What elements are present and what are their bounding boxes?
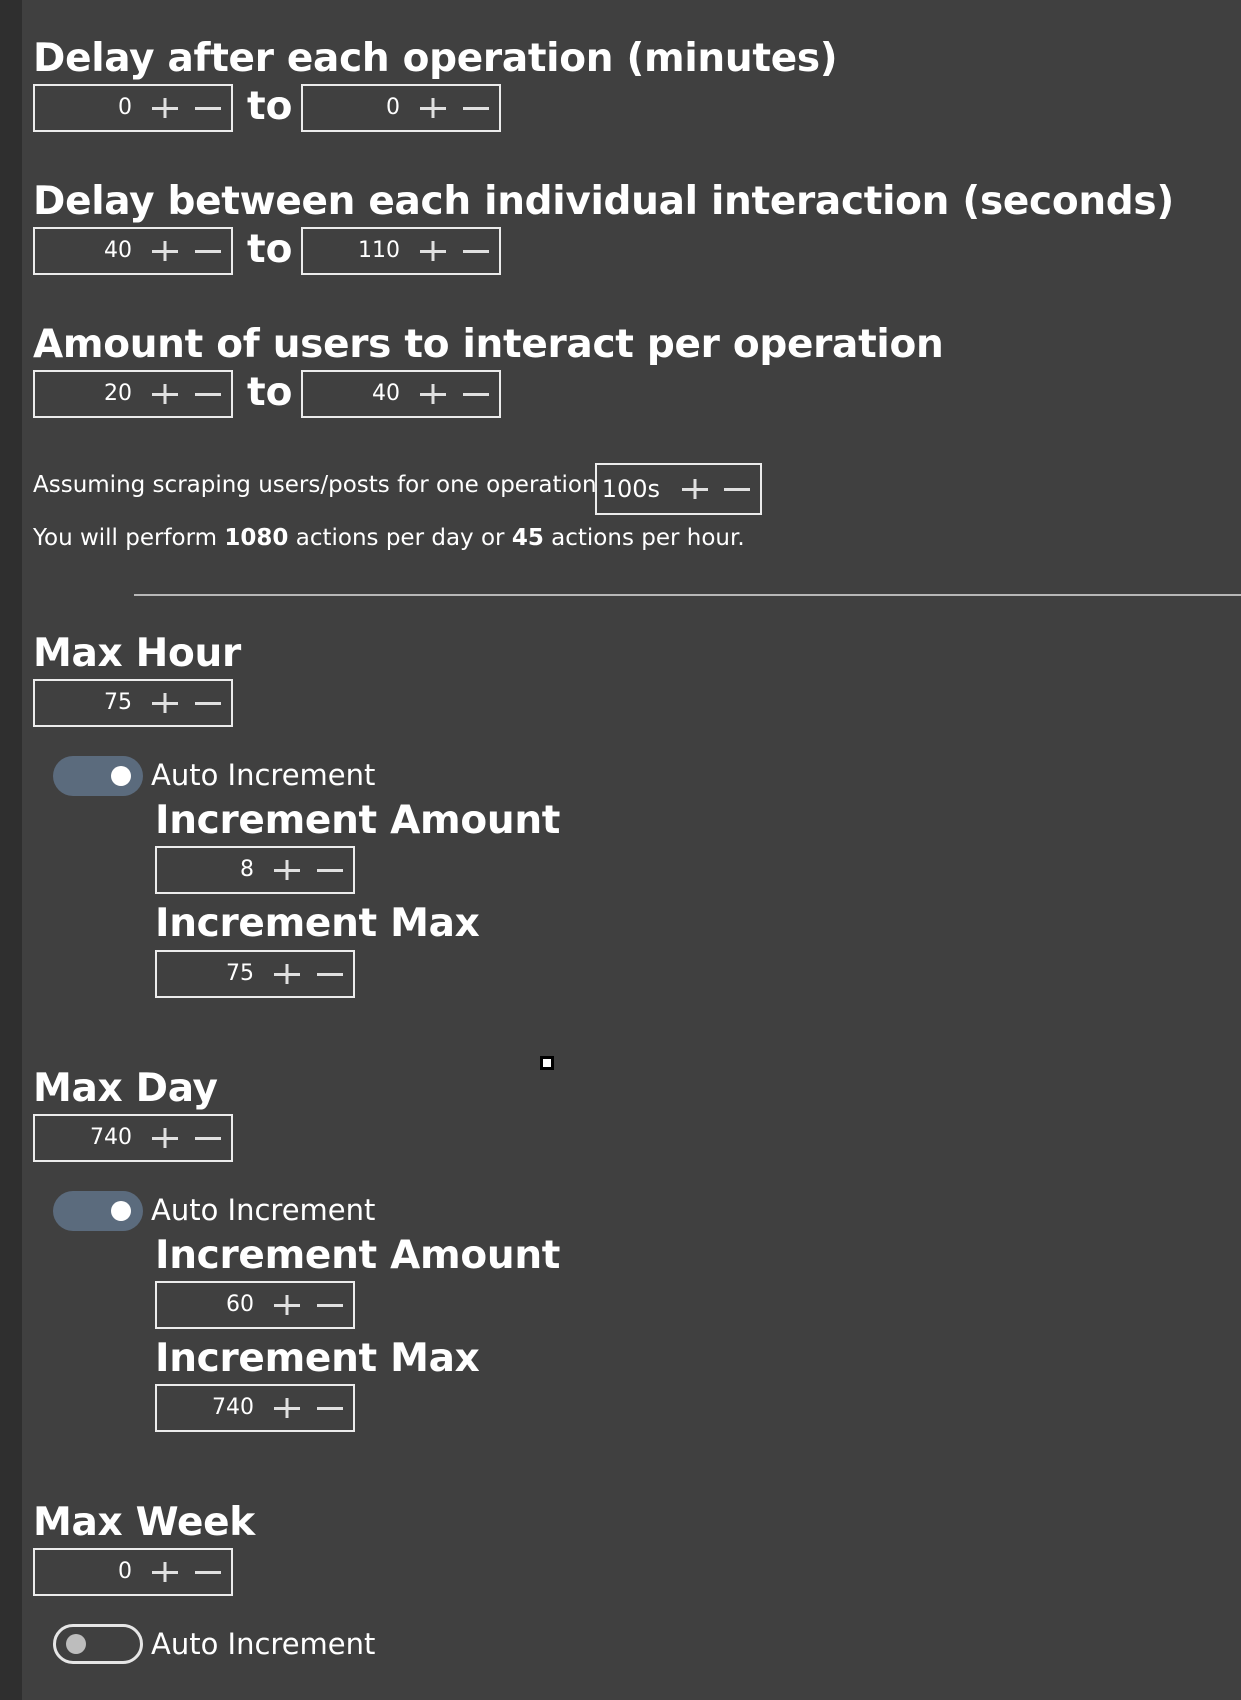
max-day-increment-max-stepper[interactable]: 740 (155, 1384, 355, 1432)
max-week-title: Max Week (33, 1500, 255, 1545)
max-hour-title: Max Hour (33, 631, 241, 676)
minus-icon[interactable] (463, 384, 489, 404)
range-to-label: to (247, 227, 293, 272)
plus-icon[interactable] (274, 1398, 300, 1418)
toggle-knob (66, 1634, 86, 1654)
section-divider (134, 594, 1241, 596)
stepper-value: 8 (240, 857, 254, 882)
summary-suffix: actions per hour. (551, 525, 745, 551)
minus-icon[interactable] (317, 964, 343, 984)
max-day-title: Max Day (33, 1066, 218, 1111)
max-hour-stepper[interactable]: 75 (33, 679, 233, 727)
plus-icon[interactable] (152, 1562, 178, 1582)
plus-icon[interactable] (420, 241, 446, 261)
increment-max-title: Increment Max (155, 901, 480, 946)
plus-icon[interactable] (152, 98, 178, 118)
scraping-time-stepper[interactable]: 100s (595, 463, 762, 515)
plus-icon[interactable] (682, 479, 708, 499)
plus-icon[interactable] (420, 98, 446, 118)
plus-icon[interactable] (274, 1295, 300, 1315)
minus-icon[interactable] (195, 693, 221, 713)
minus-icon[interactable] (195, 98, 221, 118)
plus-icon[interactable] (420, 384, 446, 404)
left-panel-edge (0, 0, 22, 1700)
max-day-auto-increment-toggle[interactable] (53, 1191, 143, 1231)
minus-icon[interactable] (195, 384, 221, 404)
stepper-value: 0 (118, 95, 132, 120)
minus-icon[interactable] (317, 1295, 343, 1315)
minus-icon[interactable] (195, 1562, 221, 1582)
minus-icon[interactable] (463, 98, 489, 118)
actions-per-hour-value: 45 (511, 525, 544, 551)
auto-increment-label: Auto Increment (151, 1627, 376, 1661)
users-per-operation-min-stepper[interactable]: 20 (33, 370, 233, 418)
max-hour-increment-max-stepper[interactable]: 75 (155, 950, 355, 998)
range-to-label: to (247, 84, 293, 129)
plus-icon[interactable] (274, 964, 300, 984)
max-hour-increment-amount-stepper[interactable]: 8 (155, 846, 355, 894)
actions-per-day-value: 1080 (224, 525, 289, 551)
stepper-value: 60 (226, 1292, 254, 1317)
toggle-knob (111, 1201, 131, 1221)
increment-max-title: Increment Max (155, 1336, 480, 1381)
minus-icon[interactable] (317, 1398, 343, 1418)
stepper-value: 40 (372, 381, 400, 406)
delay-interaction-max-stepper[interactable]: 110 (301, 227, 501, 275)
minus-icon[interactable] (317, 860, 343, 880)
increment-amount-title: Increment Amount (155, 798, 561, 843)
increment-amount-title: Increment Amount (155, 1233, 561, 1278)
minus-icon[interactable] (195, 241, 221, 261)
plus-icon[interactable] (152, 241, 178, 261)
max-day-stepper[interactable]: 740 (33, 1114, 233, 1162)
toggle-knob (111, 766, 131, 786)
scraping-assumption-label: Assuming scraping users/posts for one op… (33, 472, 623, 498)
delay-operation-min-stepper[interactable]: 0 (33, 84, 233, 132)
summary-middle: actions per day or (295, 525, 505, 551)
max-hour-auto-increment-toggle[interactable] (53, 756, 143, 796)
auto-increment-label: Auto Increment (151, 758, 376, 792)
mouse-cursor (540, 1056, 554, 1070)
max-week-stepper[interactable]: 0 (33, 1548, 233, 1596)
delay-operation-max-stepper[interactable]: 0 (301, 84, 501, 132)
stepper-value: 110 (358, 238, 400, 263)
stepper-value: 740 (212, 1395, 254, 1420)
minus-icon[interactable] (463, 241, 489, 261)
delay-operation-title: Delay after each operation (minutes) (33, 36, 838, 81)
plus-icon[interactable] (274, 860, 300, 880)
stepper-value: 0 (118, 1559, 132, 1584)
stepper-value: 20 (104, 381, 132, 406)
minus-icon[interactable] (724, 479, 750, 499)
range-to-label: to (247, 370, 293, 415)
summary-prefix: You will perform (33, 525, 218, 551)
actions-summary: You will perform 1080 actions per day or… (33, 525, 745, 551)
plus-icon[interactable] (152, 1128, 178, 1148)
stepper-value: 100s (601, 475, 660, 503)
stepper-value: 0 (386, 95, 400, 120)
stepper-value: 75 (226, 961, 254, 986)
delay-interaction-title: Delay between each individual interactio… (33, 179, 1174, 224)
minus-icon[interactable] (195, 1128, 221, 1148)
stepper-value: 40 (104, 238, 132, 263)
stepper-value: 75 (104, 690, 132, 715)
stepper-value: 740 (90, 1125, 132, 1150)
auto-increment-label: Auto Increment (151, 1193, 376, 1227)
users-per-operation-max-stepper[interactable]: 40 (301, 370, 501, 418)
plus-icon[interactable] (152, 693, 178, 713)
max-week-auto-increment-toggle[interactable] (53, 1624, 143, 1664)
delay-interaction-min-stepper[interactable]: 40 (33, 227, 233, 275)
max-day-increment-amount-stepper[interactable]: 60 (155, 1281, 355, 1329)
users-per-operation-title: Amount of users to interact per operatio… (33, 322, 944, 367)
plus-icon[interactable] (152, 384, 178, 404)
